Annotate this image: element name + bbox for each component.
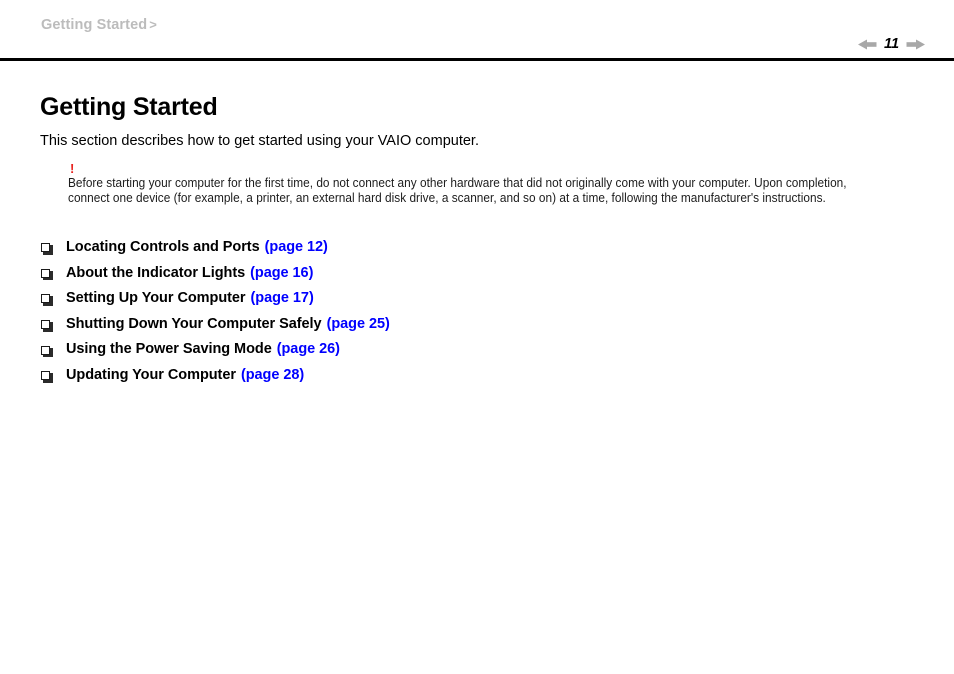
exclamation-mark-icon: ! <box>70 161 75 176</box>
list-item-page-link[interactable]: (page 16) <box>245 261 313 287</box>
page-navigation: 11 <box>858 35 925 53</box>
hollow-square-bullet-icon <box>41 320 53 332</box>
breadcrumb-separator-icon: > <box>149 17 157 32</box>
hollow-square-bullet-icon <box>41 371 53 383</box>
list-item[interactable]: About the Indicator Lights (page 16) <box>0 261 954 287</box>
list-item-page-link[interactable]: (page 25) <box>322 312 390 338</box>
list-item-page-link[interactable]: (page 26) <box>272 337 340 363</box>
page-content: Getting Started This section describes h… <box>0 61 954 389</box>
hollow-square-bullet-icon <box>41 243 53 255</box>
list-item[interactable]: Setting Up Your Computer (page 17) <box>0 286 954 312</box>
list-item-page-link[interactable]: (page 12) <box>260 235 328 261</box>
caution-note: ! Before starting your computer for the … <box>0 150 954 206</box>
list-item-title: Using the Power Saving Mode <box>66 341 272 358</box>
list-item-page-link[interactable]: (page 17) <box>246 286 314 312</box>
list-item-title: Shutting Down Your Computer Safely <box>66 315 322 332</box>
list-item[interactable]: Locating Controls and Ports (page 12) <box>0 235 954 261</box>
section-link-list: Locating Controls and Ports (page 12) Ab… <box>0 206 954 389</box>
list-item-title: Locating Controls and Ports <box>66 239 260 255</box>
page-title: Getting Started <box>40 93 218 121</box>
list-item-page-link[interactable]: (page 28) <box>236 363 304 389</box>
caution-note-text: Before starting your computer for the fi… <box>68 176 847 205</box>
list-item[interactable]: Using the Power Saving Mode (page 26) <box>0 337 954 363</box>
list-item[interactable]: Shutting Down Your Computer Safely (page… <box>0 312 954 338</box>
breadcrumb-item-getting-started[interactable]: Getting Started <box>41 17 147 33</box>
breadcrumb: Getting Started > <box>41 17 157 33</box>
current-page-number: 11 <box>883 35 900 52</box>
next-page-arrow-icon[interactable] <box>906 39 925 50</box>
page-header: Getting Started > 11 <box>0 0 954 61</box>
hollow-square-bullet-icon <box>41 345 53 358</box>
list-item-title: Updating Your Computer <box>66 366 236 383</box>
list-item[interactable]: Updating Your Computer (page 28) <box>0 363 954 389</box>
hollow-square-bullet-icon <box>41 268 53 281</box>
list-item-title: Setting Up Your Computer <box>66 290 246 307</box>
hollow-square-bullet-icon <box>41 294 53 306</box>
previous-page-arrow-icon[interactable] <box>858 39 877 50</box>
section-intro-text: This section describes how to get starte… <box>40 133 479 149</box>
list-item-title: About the Indicator Lights <box>66 264 246 281</box>
